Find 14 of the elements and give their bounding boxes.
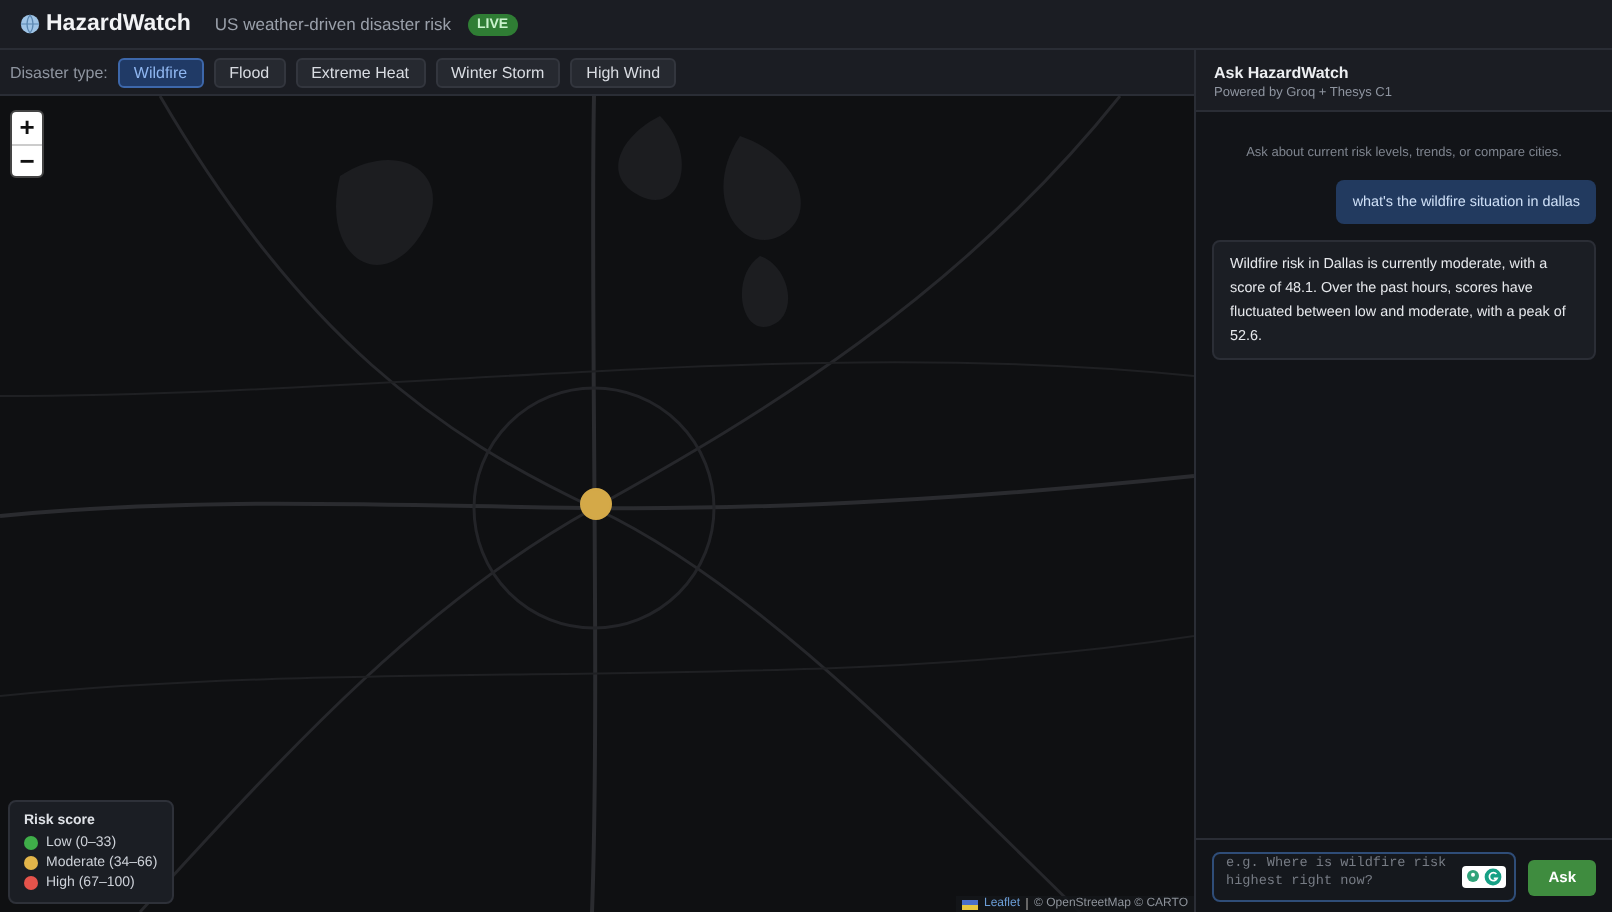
globe-icon [20,14,40,34]
app-title: HazardWatch [46,12,191,36]
filter-tab[interactable]: Extreme Heat [295,57,425,87]
filter-tab[interactable]: High Wind [570,57,677,87]
flag-icon [962,899,978,909]
zoom-button[interactable]: + [12,112,42,144]
filter-tab[interactable]: Winter Storm [435,57,561,87]
extension-icons[interactable] [1462,866,1507,888]
chat-title: Ask HazardWatch [1214,64,1351,82]
filter-tab[interactable]: Flood [213,57,286,87]
zoom-button[interactable]: − [12,144,42,176]
filter-tab[interactable]: Wildfire [117,57,204,87]
app-subtitle: US weather-driven disaster risk [214,14,452,34]
filter-label: Disaster type: [10,63,108,81]
